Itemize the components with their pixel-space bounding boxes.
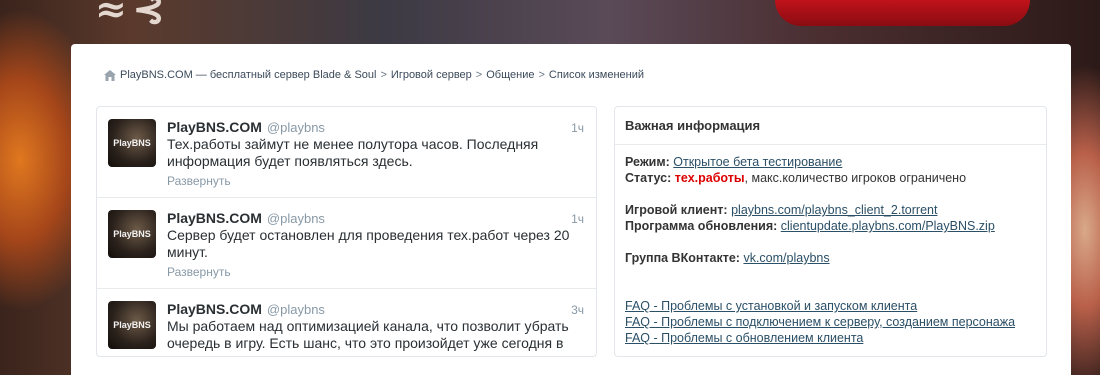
breadcrumb-link-communication[interactable]: Общение xyxy=(486,69,534,81)
tweet[interactable]: PlayBNS PlayBNS.COM @playbns 1ч Сервер б… xyxy=(97,198,596,289)
mode-label: Режим: xyxy=(625,155,670,169)
breadcrumb: PlayBNS.COM — бесплатный сервер Blade & … xyxy=(104,69,644,81)
faq-link-install[interactable]: FAQ - Проблемы с установкой и запуском к… xyxy=(625,299,917,313)
content-panel: PlayBNS.COM — бесплатный сервер Blade & … xyxy=(71,44,1071,375)
breadcrumb-separator: > xyxy=(380,69,387,81)
tweet-timestamp[interactable]: 1ч xyxy=(571,121,584,135)
info-title: Важная информация xyxy=(615,107,1046,145)
tweet-author-name[interactable]: PlayBNS.COM xyxy=(167,119,262,135)
breadcrumb-separator: > xyxy=(538,69,545,81)
header-banner-decoration xyxy=(775,0,1030,26)
faq-link-update[interactable]: FAQ - Проблемы с обновлением клиента xyxy=(625,331,863,345)
site-logo-fragment: ≈⊰ xyxy=(95,0,171,31)
avatar[interactable]: PlayBNS xyxy=(108,210,156,258)
status-label: Статус: xyxy=(625,171,672,185)
breadcrumb-link-home[interactable]: PlayBNS.COM — бесплатный сервер Blade & … xyxy=(120,69,376,81)
tweet-author-name[interactable]: PlayBNS.COM xyxy=(167,210,262,226)
tweet-text: Тех.работы займут не менее полутора часо… xyxy=(167,136,539,169)
mode-link[interactable]: Открытое бета тестирование xyxy=(673,155,842,169)
tweet-text: Сервер будет остановлен для проведения т… xyxy=(167,227,570,260)
updater-download-link[interactable]: clientupdate.playbns.com/PlayBNS.zip xyxy=(781,219,995,233)
tweet-text: Мы работаем над оптимизацией канала, что… xyxy=(167,318,569,351)
tweet-timestamp[interactable]: 3ч xyxy=(571,303,584,317)
tweet[interactable]: PlayBNS PlayBNS.COM @playbns 1ч Тех.рабо… xyxy=(97,107,596,198)
tweet-author-handle[interactable]: @playbns xyxy=(267,302,325,317)
important-info-box: Важная информация Режим: Открытое бета т… xyxy=(614,106,1047,357)
breadcrumb-link-changelog[interactable]: Список изменений xyxy=(549,69,644,81)
home-icon[interactable] xyxy=(104,69,116,81)
tweet-expand-link[interactable]: Развернуть xyxy=(167,174,584,188)
status-note: , макс.количество игроков ограничено xyxy=(744,171,967,185)
avatar[interactable]: PlayBNS xyxy=(108,119,156,167)
breadcrumb-separator: > xyxy=(475,69,483,81)
tweet-expand-link[interactable]: Развернуть xyxy=(167,265,584,279)
faq-link-connection[interactable]: FAQ - Проблемы с подключением к серверу,… xyxy=(625,315,1015,329)
client-label: Игровой клиент: xyxy=(625,203,728,217)
tweet-timestamp[interactable]: 1ч xyxy=(571,212,584,226)
vk-group-link[interactable]: vk.com/playbns xyxy=(743,251,829,265)
avatar[interactable]: PlayBNS xyxy=(108,301,156,349)
client-download-link[interactable]: playbns.com/playbns_client_2.torrent xyxy=(731,203,937,217)
tweet-author-name[interactable]: PlayBNS.COM xyxy=(167,301,262,317)
vk-group-label: Группа ВКонтакте: xyxy=(625,251,740,265)
twitter-feed[interactable]: PlayBNS PlayBNS.COM @playbns 1ч Тех.рабо… xyxy=(96,106,597,357)
status-value: тех.работы xyxy=(674,171,745,185)
tweet-author-handle[interactable]: @playbns xyxy=(267,120,325,135)
tweet[interactable]: PlayBNS PlayBNS.COM @playbns 3ч Мы работ… xyxy=(97,289,596,356)
tweet-author-handle[interactable]: @playbns xyxy=(267,211,325,226)
updater-label: Программа обновления: xyxy=(625,219,778,233)
breadcrumb-link-game-server[interactable]: Игровой сервер xyxy=(391,69,472,81)
